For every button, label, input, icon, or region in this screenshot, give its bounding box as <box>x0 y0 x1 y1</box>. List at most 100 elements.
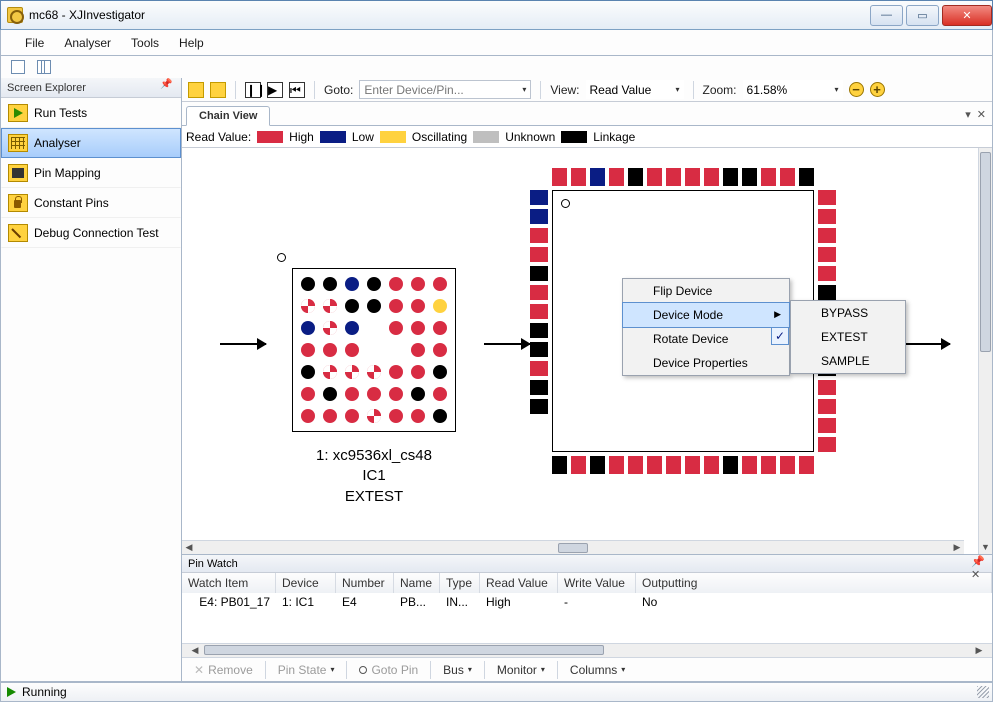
qfp-pins-top <box>552 168 814 186</box>
ctx-rotate-device[interactable]: Rotate Device▶ <box>623 327 789 351</box>
remove-button[interactable]: ✕Remove <box>186 661 261 679</box>
toolbar-icon-1[interactable] <box>11 60 25 74</box>
view-value: Read Value <box>590 83 652 97</box>
ctx-mode-extest[interactable]: ✓ EXTEST <box>791 325 905 349</box>
view-combo[interactable]: Read Value ▾ <box>586 80 684 99</box>
pause-icon[interactable]: ❙❙ <box>245 82 261 98</box>
toolbar-icon-2[interactable] <box>37 60 51 74</box>
zoom-in-button[interactable]: + <box>870 82 885 97</box>
ctx-flip-device[interactable]: Flip Device <box>623 279 789 303</box>
capture-icon[interactable] <box>188 82 204 98</box>
checkmark-icon: ✓ <box>771 327 789 345</box>
ctx-device-properties[interactable]: Device Properties <box>623 351 789 375</box>
device-1-label: 1: xc9536xl_cs48 IC1 EXTEST <box>292 446 456 507</box>
scroll-right-icon[interactable]: ▶ <box>972 644 986 656</box>
pin-icon[interactable]: 📌 ✕ <box>971 555 986 573</box>
sidebar-item-run-tests[interactable]: Run Tests <box>1 98 181 128</box>
chevron-down-icon: ▾ <box>835 85 839 94</box>
lock-icon <box>8 194 28 212</box>
scrollbar-thumb[interactable] <box>558 543 588 553</box>
wrench-icon <box>8 224 28 242</box>
mini-toolbar <box>0 56 993 78</box>
col-name[interactable]: Name <box>394 573 440 593</box>
step-icon[interactable]: ▶ <box>267 82 283 98</box>
menu-analyser[interactable]: Analyser <box>54 32 121 54</box>
resize-grip-icon[interactable] <box>977 686 989 698</box>
pin-state-button[interactable]: Pin State ▾ <box>270 661 343 679</box>
zoom-label: Zoom: <box>703 83 737 97</box>
zoom-out-button[interactable]: − <box>849 82 864 97</box>
zoom-combo[interactable]: 61.58% ▾ <box>743 80 843 99</box>
vertical-scrollbar[interactable]: ▼ <box>978 148 992 554</box>
chain-canvas[interactable]: 1: xc9536xl_cs48 IC1 EXTEST <box>182 148 978 554</box>
goto-pin-button[interactable]: Goto Pin <box>351 661 426 679</box>
pin-watch-scrollbar[interactable]: ◀ ▶ <box>182 643 992 657</box>
context-menu: Flip Device Device Mode▶ Rotate Device▶ … <box>622 278 790 376</box>
target-icon <box>359 666 367 674</box>
menu-help[interactable]: Help <box>169 32 214 54</box>
sidebar-item-constant-pins[interactable]: Constant Pins <box>1 188 181 218</box>
col-device[interactable]: Device <box>276 573 336 593</box>
close-button[interactable]: ✕ <box>942 5 992 26</box>
ctx-mode-bypass[interactable]: BYPASS <box>791 301 905 325</box>
menu-file[interactable]: File <box>15 32 54 54</box>
device-1-bga[interactable]: 1: xc9536xl_cs48 IC1 EXTEST <box>292 268 456 507</box>
cell: E4: PB01_17 <box>182 593 276 613</box>
menu-tools[interactable]: Tools <box>121 32 169 54</box>
sidebar-item-pin-mapping[interactable]: Pin Mapping <box>1 158 181 188</box>
list-icon[interactable] <box>210 82 226 98</box>
ctx-mode-sample[interactable]: SAMPLE <box>791 349 905 373</box>
scrollbar-thumb[interactable] <box>980 152 991 352</box>
tab-chain-view[interactable]: Chain View <box>186 106 270 126</box>
screen-explorer-sidebar: Screen Explorer 📌 Run Tests Analyser Pin… <box>1 78 182 681</box>
device-ref: IC1 <box>292 466 456 486</box>
sidebar-label: Constant Pins <box>34 196 109 210</box>
tab-close-icon[interactable]: ✕ <box>977 108 986 121</box>
cell: 1: IC1 <box>276 593 336 613</box>
col-outputting[interactable]: Outputting <box>636 573 992 593</box>
sidebar-item-analyser[interactable]: Analyser <box>1 128 181 158</box>
orientation-dot-icon <box>277 253 286 262</box>
legend-chip-high <box>257 131 283 143</box>
status-text: Running <box>22 685 67 699</box>
window-title: mc68 - XJInvestigator <box>29 8 145 22</box>
device-mode: EXTEST <box>292 487 456 507</box>
scroll-right-icon[interactable]: ▶ <box>950 542 964 554</box>
sidebar-label: Debug Connection Test <box>34 226 159 240</box>
goto-placeholder: Enter Device/Pin... <box>364 83 463 97</box>
pin-watch-row[interactable]: E4: PB01_17 1: IC1 E4 PB... IN... High -… <box>182 593 992 613</box>
pin-icon[interactable]: 📌 <box>160 79 175 97</box>
sidebar-item-debug-connection[interactable]: Debug Connection Test <box>1 218 181 248</box>
pin-watch-footer: ✕Remove Pin State ▾ Goto Pin Bus ▾ Monit… <box>182 657 992 681</box>
col-write-value[interactable]: Write Value <box>558 573 636 593</box>
rewind-icon[interactable]: ⏮ <box>289 82 305 98</box>
scroll-left-icon[interactable]: ◀ <box>182 542 196 554</box>
sidebar-label: Analyser <box>34 136 81 150</box>
submenu-arrow-icon: ▶ <box>774 309 781 320</box>
monitor-button[interactable]: Monitor ▾ <box>489 661 553 679</box>
ctx-device-mode[interactable]: Device Mode▶ <box>622 302 790 328</box>
legend-title: Read Value: <box>186 130 251 144</box>
pin-watch-header: Pin Watch 📌 ✕ <box>182 555 992 573</box>
col-type[interactable]: Type <box>440 573 480 593</box>
col-number[interactable]: Number <box>336 573 394 593</box>
columns-button[interactable]: Columns ▾ <box>562 661 633 679</box>
running-icon <box>7 687 16 697</box>
col-watch-item[interactable]: Watch Item <box>182 573 276 593</box>
scroll-down-icon[interactable]: ▼ <box>979 540 992 554</box>
minimize-button[interactable]: — <box>870 5 903 26</box>
chevron-down-icon: ▾ <box>675 85 679 94</box>
cell: - <box>558 593 636 613</box>
maximize-button[interactable]: ▭ <box>906 5 939 26</box>
bus-button[interactable]: Bus ▾ <box>435 661 480 679</box>
tab-menu-icon[interactable]: ▾ <box>965 108 971 121</box>
sidebar-label: Run Tests <box>34 106 87 120</box>
chain-arrow-icon <box>904 343 950 345</box>
pins-icon <box>8 164 28 182</box>
col-read-value[interactable]: Read Value <box>480 573 558 593</box>
scroll-left-icon[interactable]: ◀ <box>188 644 202 656</box>
chain-arrow-icon <box>220 343 266 345</box>
horizontal-scrollbar[interactable]: ◀ ▶ <box>182 540 964 554</box>
scrollbar-thumb[interactable] <box>204 645 604 655</box>
goto-combo[interactable]: Enter Device/Pin... ▾ <box>359 80 531 99</box>
